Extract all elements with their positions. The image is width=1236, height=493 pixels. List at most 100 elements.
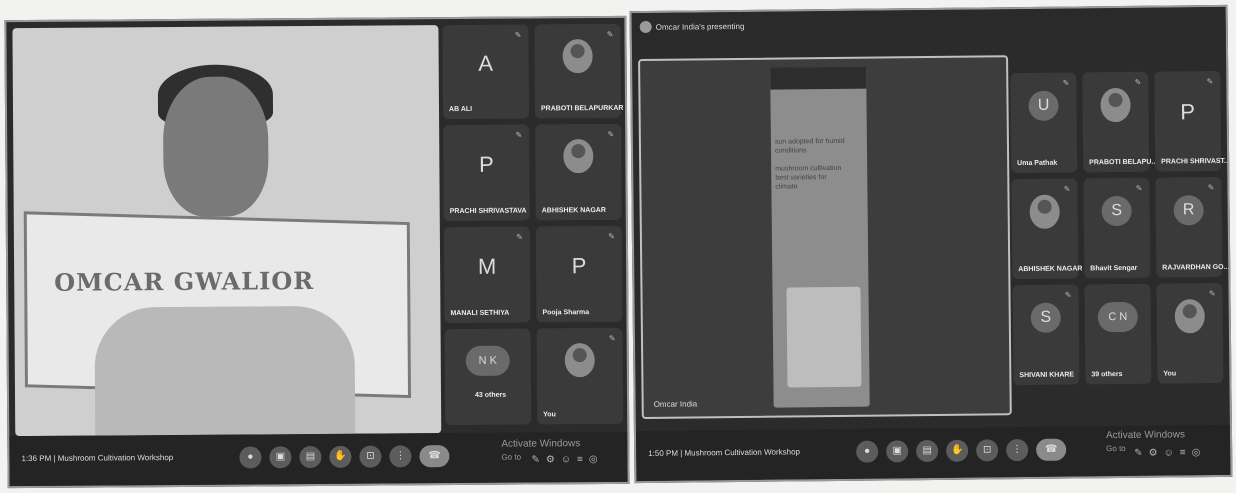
participant-initial: R xyxy=(1173,195,1204,226)
mic-off-icon: ✎ xyxy=(1207,183,1215,193)
presenter-bar: Omcar India's presenting xyxy=(631,6,1226,44)
end-call-icon[interactable]: ☎ xyxy=(419,445,450,468)
meeting-info: 1:50 PM | Mushroom Cultivation Workshop xyxy=(648,447,800,458)
participant-tile[interactable]: ✎ R RAJVARDHAN GO... xyxy=(1155,176,1229,278)
participant-tile[interactable]: ✎ S SHIVANI KHARE xyxy=(1012,284,1080,386)
participant-name: You xyxy=(543,411,556,419)
participant-tile[interactable]: ✎ S Bhavit Sengar xyxy=(1083,177,1151,279)
participant-tile[interactable]: C N 39 others xyxy=(1084,283,1152,385)
present-icon[interactable]: ⊡ xyxy=(359,445,382,468)
participant-tile[interactable]: ✎ You xyxy=(536,327,624,425)
participant-name: You xyxy=(1163,370,1177,378)
mic-off-icon: ✎ xyxy=(1064,290,1072,300)
participant-tile[interactable]: ✎ A AB ALI xyxy=(442,24,530,120)
mic-off-icon: ✎ xyxy=(514,30,522,40)
participant-tile[interactable]: N K 43 others xyxy=(444,328,532,426)
shared-phone-screen: sun adopted for humid conditions mushroo… xyxy=(770,66,870,408)
participant-name: PRABOTI BELAPURKAR xyxy=(540,104,624,113)
more-options-icon[interactable]: ⋮ xyxy=(1006,438,1029,462)
end-call-icon[interactable]: ☎ xyxy=(1036,438,1067,461)
activate-windows-watermark: Activate Windows xyxy=(1105,429,1185,442)
meeting-screenshot-left: OMCAR GWALIOR ✎ A AB ALI ✎ PRABOTI BELAP… xyxy=(4,15,630,489)
participant-name: 39 others xyxy=(1091,371,1123,379)
participant-tile[interactable]: ✎ You xyxy=(1156,282,1224,384)
mic-icon[interactable]: ● xyxy=(856,440,879,463)
participant-tile[interactable]: ✎ M MANALI SETHIYA xyxy=(443,226,531,324)
avatar xyxy=(564,343,595,378)
raise-hand-icon[interactable]: ✋ xyxy=(946,439,969,462)
participant-tile[interactable]: ✎ P PRACHI SHRIVASTAVA xyxy=(443,124,530,222)
participant-initial: M xyxy=(477,253,497,279)
mic-off-icon: ✎ xyxy=(1206,77,1214,87)
activate-windows-sub: Go to xyxy=(501,452,522,462)
participant-initial: P xyxy=(571,252,587,279)
activate-windows-sub: Go to xyxy=(1106,443,1126,454)
avatar xyxy=(1029,194,1060,229)
avatar xyxy=(1100,87,1131,123)
participant-tile[interactable]: ✎ U Uma Pathak xyxy=(1010,72,1078,174)
phone-image xyxy=(786,286,862,388)
meeting-toolbar: 1:36 PM | Mushroom Cultivation Workshop … xyxy=(9,431,628,487)
participant-name: PRACHI SHRIVAST... xyxy=(1161,157,1230,166)
participant-name: 43 others xyxy=(474,391,507,399)
side-panel-icons[interactable]: ✎⚙☺≡◎ xyxy=(1134,447,1206,459)
meeting-toolbar: 1:50 PM | Mushroom Cultivation Workshop … xyxy=(635,424,1231,482)
meeting-screenshot-right: Omcar India's presenting sun adopted for… xyxy=(629,4,1233,484)
participant-name: RAJVARDHAN GO... xyxy=(1162,263,1230,272)
camera-icon[interactable]: ▣ xyxy=(886,440,909,463)
mic-off-icon: ✎ xyxy=(515,130,523,140)
participant-tile[interactable]: ✎ ABHISHEK NAGAR xyxy=(1011,178,1082,280)
share-label: Omcar India xyxy=(653,399,698,409)
others-avatars: C N xyxy=(1097,301,1138,333)
captions-icon[interactable]: ▤ xyxy=(916,439,939,463)
participant-initial: S xyxy=(1030,302,1061,333)
mic-off-icon: ✎ xyxy=(1135,183,1143,193)
others-avatars: N K xyxy=(465,345,510,377)
participant-tile[interactable]: ✎ PRABOTI BELAPURKAR xyxy=(534,23,624,119)
meeting-info: 1:36 PM | Mushroom Cultivation Workshop xyxy=(21,453,174,464)
meeting-controls: ● ▣ ▤ ✋ ⊡ ⋮ ☎ xyxy=(239,445,450,469)
mic-icon[interactable]: ● xyxy=(239,446,262,469)
participant-name: ABHISHEK NAGAR xyxy=(1018,265,1083,274)
mic-off-icon: ✎ xyxy=(608,333,616,343)
banner-text: OMCAR GWALIOR xyxy=(54,266,315,297)
participant-initial: U xyxy=(1028,90,1059,121)
mic-off-icon: ✎ xyxy=(1062,78,1070,88)
phone-text: sun adopted for humid conditions mushroo… xyxy=(774,137,845,191)
participant-name: SHIVANI KHARE xyxy=(1019,371,1075,380)
participant-initial: A xyxy=(478,51,494,77)
presenter-avatar xyxy=(639,20,652,34)
speaker-video[interactable]: OMCAR GWALIOR xyxy=(12,25,442,437)
participant-name: Uma Pathak xyxy=(1017,159,1058,168)
mic-off-icon: ✎ xyxy=(516,232,523,242)
mic-off-icon: ✎ xyxy=(1208,289,1216,299)
screen-share[interactable]: sun adopted for humid conditions mushroo… xyxy=(638,55,1012,420)
presenter-text: Omcar India's presenting xyxy=(655,21,745,32)
participant-initial: S xyxy=(1101,195,1132,227)
captions-icon[interactable]: ▤ xyxy=(299,445,322,469)
more-options-icon[interactable]: ⋮ xyxy=(389,445,412,468)
participant-name: PRACHI SHRIVASTAVA xyxy=(449,207,527,216)
participant-name: Pooja Sharma xyxy=(542,309,590,317)
participant-name: ABHISHEK NAGAR xyxy=(541,206,606,215)
participant-initial: P xyxy=(478,151,494,177)
mic-off-icon: ✎ xyxy=(1063,184,1071,194)
participant-initial: P xyxy=(1180,99,1196,125)
participant-name: Bhavit Sengar xyxy=(1090,264,1138,273)
speaker-head xyxy=(162,76,269,218)
mic-off-icon: ✎ xyxy=(1134,77,1142,87)
activate-windows-watermark: Activate Windows xyxy=(501,438,581,450)
avatar xyxy=(562,39,593,74)
side-panel-icons[interactable]: ✎⚙☺≡◎ xyxy=(531,454,603,466)
participant-name: MANALI SETHIYA xyxy=(450,309,510,318)
meeting-controls: ● ▣ ▤ ✋ ⊡ ⋮ ☎ xyxy=(856,438,1067,463)
participant-tile[interactable]: ✎ P PRACHI SHRIVAST... xyxy=(1154,70,1230,172)
raise-hand-icon[interactable]: ✋ xyxy=(329,445,352,468)
avatar xyxy=(563,139,594,174)
participant-name: AB ALI xyxy=(448,105,473,114)
present-icon[interactable]: ⊡ xyxy=(976,439,999,462)
participant-tile[interactable]: ✎ ABHISHEK NAGAR xyxy=(535,123,622,221)
camera-icon[interactable]: ▣ xyxy=(269,446,292,469)
participant-tile[interactable]: ✎ P Pooja Sharma xyxy=(535,225,623,323)
participant-tile[interactable]: ✎ PRABOTI BELAPU... xyxy=(1082,71,1157,173)
